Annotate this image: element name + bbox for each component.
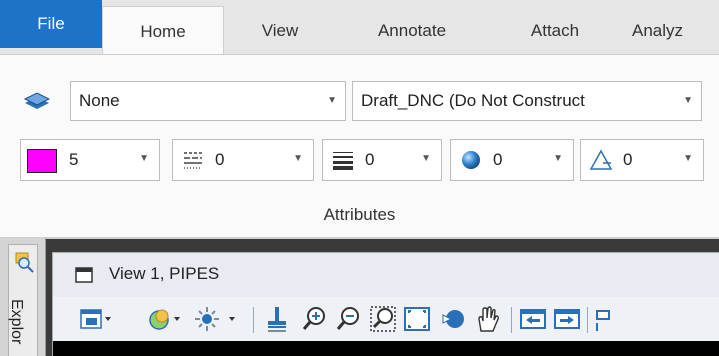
pan-view-icon[interactable] [473,305,501,333]
chevron-down-icon: ▼ [683,153,693,164]
ribbon-divider [0,237,719,239]
chevron-down-icon: ▼ [553,153,563,164]
view-attributes-icon[interactable] [79,305,113,333]
chevron-down-icon: ▼ [293,153,303,164]
active-model-value: Draft_DNC (Do Not Construct [361,91,585,110]
ribbon-panel: None ▼ Draft_DNC (Do Not Construct ▼ 5 ▼… [0,54,719,239]
copy-view-icon[interactable] [593,305,611,333]
explorer-tab[interactable]: Explor [8,244,38,356]
tab-file[interactable]: File [0,0,102,48]
transparency-value: 0 [493,150,503,169]
tab-attach[interactable]: Attach [505,8,605,54]
chevron-down-icon: ▼ [421,153,431,164]
line-style-dropdown[interactable]: 0 ▼ [172,139,314,181]
explorer-panel: Explor [0,238,46,356]
view-window: View 1, PIPES [52,252,719,356]
ribbon-tab-strip: File Home View Annotate Attach Analyz [0,0,719,56]
chevron-down-icon: ▼ [683,95,693,106]
toolbar-separator [587,307,588,333]
next-view-icon[interactable] [553,305,581,333]
view-toolbar [53,297,719,341]
active-level-dropdown[interactable]: None ▼ [70,81,346,121]
display-style-icon[interactable] [147,305,183,333]
level-display-icon[interactable] [22,89,52,113]
fit-icon[interactable] [263,305,291,333]
window-icon [75,267,93,283]
window-area-icon[interactable] [369,305,397,333]
transparency-dropdown[interactable]: 0 ▼ [450,139,574,181]
toolbar-separator [511,307,512,333]
zoom-in-icon[interactable] [301,305,329,333]
explorer-tab-label: Explor [8,299,25,345]
transparency-sphere-icon [462,151,480,169]
color-dropdown[interactable]: 5 ▼ [20,139,160,181]
view-canvas[interactable] [53,341,719,356]
previous-view-icon[interactable] [519,305,547,333]
fit-view-icon[interactable] [403,305,431,333]
attributes-group-label: Attributes [323,205,396,224]
line-style-icon [184,152,202,169]
chevron-down-icon: ▼ [327,95,337,106]
lighting-icon[interactable] [193,305,241,333]
priority-icon [589,149,613,170]
view-title: View 1, PIPES [109,264,220,283]
tab-annotate[interactable]: Annotate [352,8,472,54]
rotate-view-icon[interactable] [439,305,467,333]
tab-view[interactable]: View [240,8,320,54]
active-level-value: None [79,91,120,110]
chevron-down-icon: ▼ [139,153,149,164]
color-swatch [27,149,57,173]
color-value: 5 [69,150,79,169]
priority-value: 0 [623,150,633,169]
line-weight-value: 0 [365,150,375,169]
line-weight-icon [333,152,353,170]
line-weight-dropdown[interactable]: 0 ▼ [322,139,442,181]
view-title-bar[interactable]: View 1, PIPES [53,253,719,297]
tab-analyze[interactable]: Analyz [632,8,719,54]
zoom-out-icon[interactable] [335,305,363,333]
priority-dropdown[interactable]: 0 ▼ [580,139,704,181]
active-model-dropdown[interactable]: Draft_DNC (Do Not Construct ▼ [352,81,702,121]
explorer-magnifier-icon [15,252,34,273]
tab-home[interactable]: Home [102,6,224,56]
line-style-value: 0 [215,150,225,169]
toolbar-separator [253,307,254,333]
